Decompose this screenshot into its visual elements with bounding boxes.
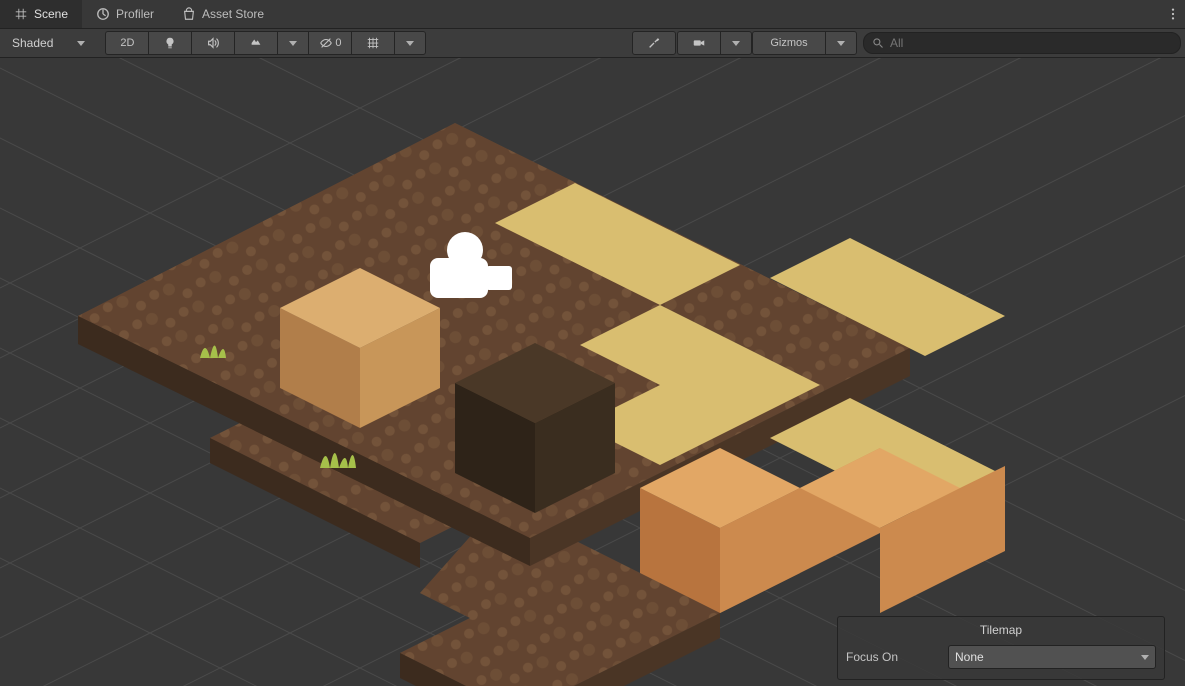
scene-search-input[interactable] (888, 35, 1172, 51)
tab-asset-store-label: Asset Store (202, 7, 264, 21)
chevron-down-icon (289, 41, 297, 46)
shading-mode-label: Shaded (12, 36, 53, 50)
fx-toggle-button[interactable] (234, 31, 277, 55)
2d-toggle-button[interactable]: 2D (105, 31, 148, 55)
focus-on-dropdown[interactable]: None (948, 645, 1156, 669)
fx-icon (249, 36, 263, 50)
tab-profiler[interactable]: Profiler (82, 0, 168, 28)
chevron-down-icon (77, 41, 85, 46)
grid-snap-button[interactable] (351, 31, 394, 55)
camera-group (677, 31, 752, 55)
speaker-icon (206, 36, 220, 50)
gizmos-group: Gizmos (752, 31, 857, 55)
shading-mode-dropdown[interactable]: Shaded (4, 32, 93, 54)
lighting-toggle-button[interactable] (148, 31, 191, 55)
chevron-down-icon (1141, 655, 1149, 660)
gizmos-button[interactable]: Gizmos (752, 31, 825, 55)
camera-icon (692, 36, 706, 50)
grid-hash-icon (14, 7, 28, 21)
tab-bar: Scene Profiler Asset Store (0, 0, 1185, 29)
tab-options-button[interactable] (1161, 0, 1185, 28)
focus-on-label: Focus On (846, 650, 936, 664)
scene-viewport[interactable]: Tilemap Focus On None (0, 58, 1185, 686)
camera-gizmo[interactable] (420, 228, 520, 311)
eye-off-icon (319, 36, 333, 50)
camera-button[interactable] (677, 31, 720, 55)
chevron-down-icon (732, 41, 740, 46)
search-icon (872, 37, 884, 49)
chevron-down-icon (837, 41, 845, 46)
camera-gizmo-icon (420, 228, 520, 308)
lightbulb-icon (163, 36, 177, 50)
gizmos-dropdown-button[interactable] (825, 31, 857, 55)
tab-scene-label: Scene (34, 7, 68, 21)
grid-snap-icon (366, 36, 380, 50)
tools-icon (647, 36, 661, 50)
scene-toolbar: Shaded 2D 0 Gizmos (0, 29, 1185, 58)
tools-button[interactable] (632, 31, 676, 55)
tilemap-scene (0, 58, 1185, 686)
view-toggle-group: 2D 0 (105, 31, 426, 55)
tab-asset-store[interactable]: Asset Store (168, 0, 278, 28)
grid-snap-dropdown-button[interactable] (394, 31, 426, 55)
profiler-icon (96, 7, 110, 21)
camera-dropdown-button[interactable] (720, 31, 752, 55)
tilemap-overlay: Tilemap Focus On None (837, 616, 1165, 680)
tab-scene[interactable]: Scene (0, 0, 82, 28)
scene-search[interactable] (863, 32, 1181, 54)
audio-toggle-button[interactable] (191, 31, 234, 55)
kebab-icon (1166, 7, 1180, 21)
tilemap-overlay-title: Tilemap (846, 623, 1156, 637)
tab-profiler-label: Profiler (116, 7, 154, 21)
hidden-objects-button[interactable]: 0 (308, 31, 351, 55)
bag-icon (182, 7, 196, 21)
focus-on-value: None (955, 650, 984, 664)
fx-dropdown-button[interactable] (277, 31, 308, 55)
chevron-down-icon (406, 41, 414, 46)
